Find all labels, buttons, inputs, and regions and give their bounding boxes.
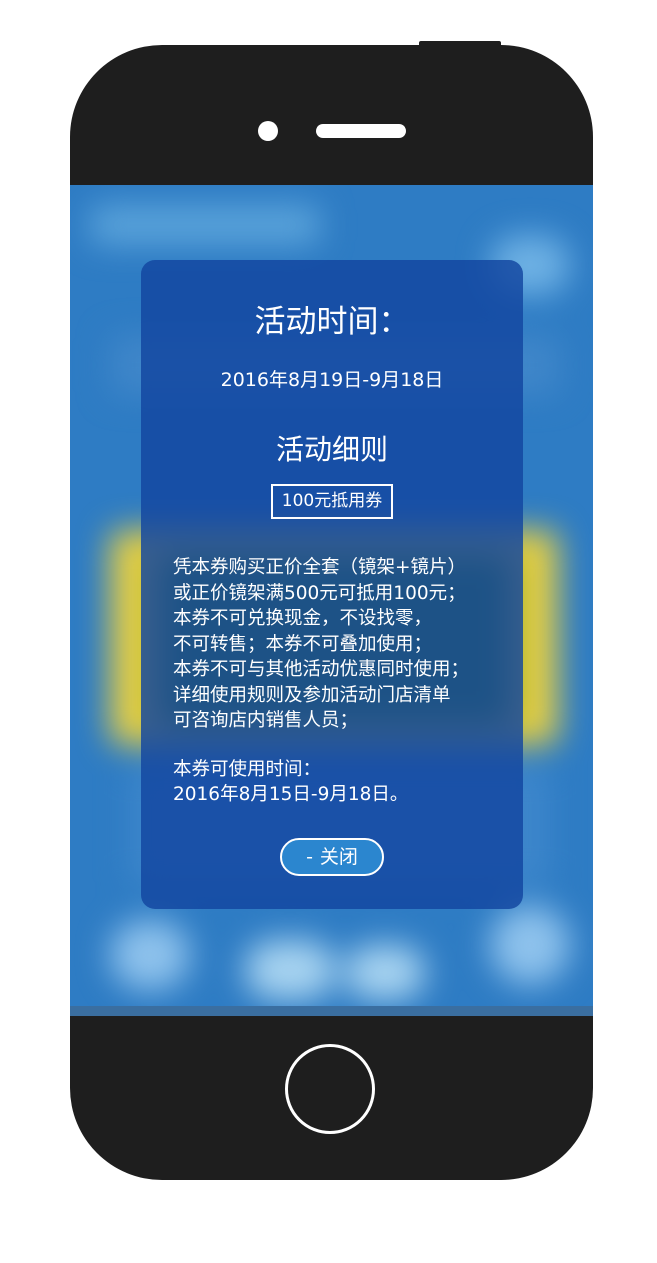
- speaker-icon: [316, 124, 406, 138]
- activity-time-range: 2016年8月19日-9月18日: [220, 369, 444, 391]
- close-button-label: 关闭: [319, 845, 358, 868]
- coupon-badge: 100元抵用券: [270, 484, 394, 519]
- screen-bottom-edge: [70, 1006, 593, 1016]
- minus-icon: -: [306, 845, 313, 868]
- close-button[interactable]: - 关闭: [280, 838, 384, 876]
- home-button[interactable]: [285, 1044, 375, 1134]
- rules-title: 活动细则: [275, 433, 388, 466]
- coupon-badge-wrapper: 100元抵用券: [141, 484, 523, 519]
- activity-time-heading: 活动时间：: [254, 304, 410, 340]
- rules-body-text: 凭本券购买正价全套（镜架+镜片） 或正价镜架满500元可抵用100元； 本券不可…: [173, 557, 470, 731]
- validity-text: 本券可使用时间： 2016年8月15日-9月18日。: [173, 759, 409, 805]
- camera-icon: [258, 121, 278, 141]
